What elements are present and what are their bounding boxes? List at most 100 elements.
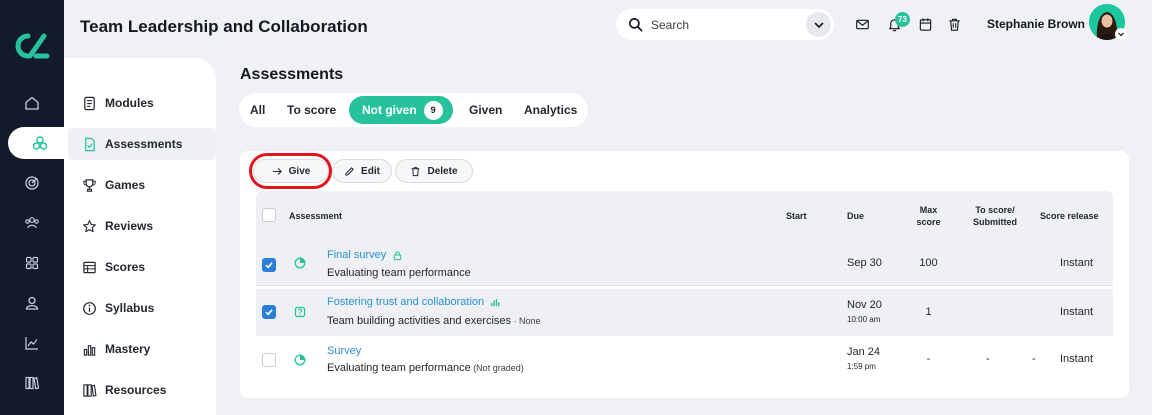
subnav-label: Games — [105, 178, 146, 192]
books-icon — [83, 383, 97, 397]
subnav-label: Modules — [105, 96, 154, 110]
subnav-label: Assessments — [105, 137, 183, 151]
chevron-down-icon — [1118, 32, 1124, 37]
give-button-highlight — [249, 153, 332, 189]
assessment-link[interactable]: Final survey — [327, 249, 403, 261]
score-release: Instant — [1059, 353, 1094, 365]
score-release: Instant — [1059, 306, 1094, 318]
chevron-down-icon — [814, 22, 823, 28]
home-icon — [25, 96, 39, 110]
submitted: - — [1032, 353, 1036, 365]
tab-given[interactable]: Given — [469, 103, 502, 117]
due-time: 10:00 am — [847, 315, 881, 324]
trash-button[interactable] — [946, 16, 962, 32]
subnav-item-resources[interactable]: Resources — [68, 374, 216, 406]
check-icon — [265, 262, 273, 269]
subnav-label: Reviews — [105, 219, 154, 233]
subnav-item-assessments[interactable]: Assessments — [68, 128, 216, 160]
due-date: Jan 24 — [847, 346, 881, 358]
search-bar[interactable] — [616, 9, 834, 40]
subnav-item-syllabus[interactable]: Syllabus — [68, 292, 216, 324]
mail-icon — [855, 19, 869, 29]
messages-button[interactable] — [854, 16, 870, 32]
pie-chart-icon — [294, 257, 306, 269]
subnav-item-modules[interactable]: Modules — [68, 87, 216, 119]
calendar-icon — [919, 17, 931, 31]
user-name[interactable]: Stephanie Brown — [987, 17, 1085, 31]
assessment-description: Team building activities and exercises ·… — [327, 315, 541, 327]
tab-analytics[interactable]: Analytics — [524, 103, 577, 117]
delete-button[interactable]: Delete — [395, 159, 473, 183]
column-header-start[interactable]: Start — [786, 210, 807, 222]
tab-all[interactable]: All — [250, 103, 265, 117]
rail-item-library[interactable] — [0, 367, 64, 399]
table-row[interactable]: Survey Evaluating team performance (Not … — [256, 337, 1113, 384]
lock-icon — [394, 250, 402, 260]
row-checkbox[interactable] — [262, 258, 276, 272]
document-icon — [84, 96, 95, 110]
assessment-link[interactable]: Survey — [327, 345, 361, 357]
column-header-due[interactable]: Due — [847, 210, 864, 222]
row-checkbox[interactable] — [262, 305, 276, 319]
trophy-icon — [83, 178, 96, 192]
grid-icon — [25, 256, 39, 270]
rail-item-analytics[interactable] — [0, 327, 64, 359]
bar-chart-icon — [491, 298, 500, 306]
trash-icon — [948, 18, 960, 31]
rail-item-users[interactable] — [0, 207, 64, 239]
pie-chart-icon — [294, 354, 306, 366]
search-scope-dropdown[interactable] — [806, 12, 831, 37]
table-row[interactable]: Final survey Evaluating team performance… — [256, 239, 1113, 286]
select-all-checkbox[interactable] — [262, 208, 276, 222]
rail-item-home[interactable] — [0, 87, 64, 119]
subnav-item-mastery[interactable]: Mastery — [68, 333, 216, 365]
person-icon — [25, 296, 39, 310]
bar-chart-icon — [83, 344, 96, 356]
max-score: - — [926, 353, 931, 365]
tab-not-given[interactable]: Not given 9 — [349, 96, 453, 124]
assessment-description: Evaluating team performance (Not graded) — [327, 362, 524, 374]
search-icon — [629, 18, 643, 32]
star-icon — [83, 219, 96, 232]
info-icon — [83, 301, 96, 315]
column-header-max-score[interactable]: Max score — [910, 204, 947, 228]
check-icon — [265, 309, 273, 316]
subnav-item-games[interactable]: Games — [68, 169, 216, 201]
assessment-link[interactable]: Fostering trust and collaboration — [327, 296, 501, 308]
table-header: Assessment Start Due Max score To score/… — [256, 191, 1113, 239]
tab-to-score[interactable]: To score — [287, 103, 336, 117]
chart-line-icon — [25, 337, 38, 350]
rail-item-target[interactable] — [0, 167, 64, 199]
row-checkbox[interactable] — [262, 353, 276, 367]
column-header-score-release[interactable]: Score release — [1040, 210, 1099, 222]
edit-button[interactable]: Edit — [332, 159, 392, 183]
due-date: Sep 30 — [847, 257, 882, 269]
modules-icon — [32, 136, 48, 150]
column-header-to-score-submitted[interactable]: To score/ Submitted — [964, 204, 1026, 228]
notifications-badge: 73 — [895, 12, 910, 27]
subnav-label: Syllabus — [105, 301, 155, 315]
table-row[interactable]: Fostering trust and collaboration Team b… — [256, 289, 1113, 336]
delete-label: Delete — [427, 165, 458, 177]
score-release: Instant — [1059, 257, 1094, 269]
assessment-name: Survey — [327, 345, 362, 357]
assessment-name: Fostering trust and collaboration — [327, 296, 485, 308]
calendar-button[interactable] — [917, 16, 933, 32]
page-title: Assessments — [240, 66, 344, 83]
subnav-label: Resources — [105, 383, 167, 397]
column-header-assessment[interactable]: Assessment — [289, 210, 342, 222]
max-score: 1 — [925, 306, 932, 318]
search-input[interactable] — [651, 17, 791, 32]
app-logo-icon[interactable] — [14, 32, 50, 60]
subnav-item-reviews[interactable]: Reviews — [68, 210, 216, 242]
course-title: Team Leadership and Collaboration — [80, 17, 368, 36]
library-icon — [25, 376, 40, 390]
user-menu-toggle[interactable] — [1115, 28, 1127, 40]
due-date: Nov 20 — [847, 299, 882, 311]
edit-label: Edit — [361, 165, 380, 177]
assessment-filter-tabs: All To score Not given 9 Given Analytics — [239, 93, 588, 127]
subnav-item-scores[interactable]: Scores — [68, 251, 216, 283]
rail-item-person[interactable] — [0, 287, 64, 319]
assessment-name: Final survey — [327, 249, 387, 261]
rail-item-grid[interactable] — [0, 247, 64, 279]
